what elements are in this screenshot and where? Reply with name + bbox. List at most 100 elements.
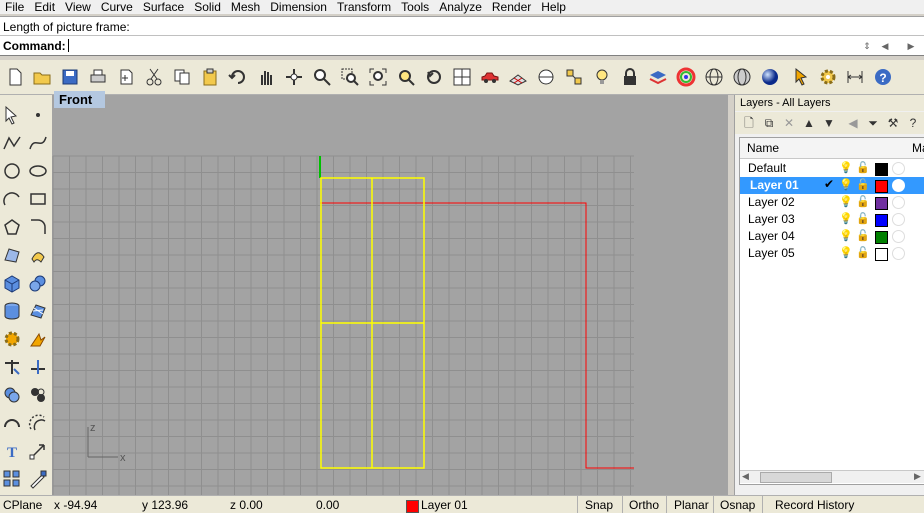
- menu-view[interactable]: View: [60, 0, 96, 14]
- filter-icon[interactable]: ⏷: [865, 115, 881, 131]
- layer-row[interactable]: Layer 02 💡 🔓: [740, 194, 924, 211]
- menu-curve[interactable]: Curve: [96, 0, 138, 14]
- edit-points-icon[interactable]: [26, 467, 50, 491]
- mesh-icon[interactable]: [26, 299, 50, 323]
- layer-row[interactable]: Layer 04 💡 🔓: [740, 228, 924, 245]
- transform-gear-icon[interactable]: [0, 327, 24, 351]
- render-sphere-icon[interactable]: [758, 65, 782, 89]
- layer-name[interactable]: Layer 03: [748, 212, 795, 226]
- zoom-dynamic-icon[interactable]: [310, 65, 334, 89]
- layer-name[interactable]: Layer 01: [750, 178, 799, 192]
- delete-layer-icon[interactable]: ✕: [781, 115, 797, 131]
- osnap-toggle[interactable]: Osnap: [720, 498, 755, 512]
- menu-help[interactable]: Help: [536, 0, 571, 14]
- new-icon[interactable]: [3, 65, 27, 89]
- layer-material-icon[interactable]: [892, 213, 905, 226]
- layer-tools-icon[interactable]: ⚒: [885, 115, 901, 131]
- zoom-extents-icon[interactable]: [366, 65, 390, 89]
- layer-name[interactable]: Layer 05: [748, 246, 795, 260]
- select-icon[interactable]: [790, 65, 814, 89]
- car-icon[interactable]: [478, 65, 502, 89]
- layer-color-swatch[interactable]: [875, 231, 888, 244]
- layer-color-swatch[interactable]: [875, 180, 888, 193]
- scroll-updown-icon[interactable]: ⇕: [860, 39, 874, 53]
- layer-name[interactable]: Layer 04: [748, 229, 795, 243]
- rotate-view-icon[interactable]: [282, 65, 306, 89]
- pan-icon[interactable]: [254, 65, 278, 89]
- move-up-icon[interactable]: ▲: [801, 115, 817, 131]
- lock-icon[interactable]: [618, 65, 642, 89]
- explode-icon[interactable]: [26, 327, 50, 351]
- boolean-difference-icon[interactable]: [26, 383, 50, 407]
- front-viewport[interactable]: z x: [52, 95, 728, 495]
- layer-row[interactable]: Layer 05 💡 🔓: [740, 245, 924, 262]
- menu-analyze[interactable]: Analyze: [434, 0, 487, 14]
- layer-help-icon[interactable]: ?: [905, 115, 921, 131]
- layer-unlocked-icon[interactable]: 🔓: [856, 178, 870, 191]
- layer-row[interactable]: Layer 01 ✔ 💡 🔓: [740, 177, 924, 194]
- surface-extrude-icon[interactable]: [26, 243, 50, 267]
- layer-color-swatch[interactable]: [875, 214, 888, 227]
- layer-color-swatch[interactable]: [875, 163, 888, 176]
- curve-icon[interactable]: [26, 131, 50, 155]
- ghosted-icon[interactable]: [730, 65, 754, 89]
- ellipse-icon[interactable]: [26, 159, 50, 183]
- snap-icon[interactable]: [562, 65, 586, 89]
- planar-toggle[interactable]: Planar: [674, 498, 709, 512]
- layers-scroll-thumb[interactable]: [760, 472, 832, 483]
- layer-material-icon[interactable]: [892, 230, 905, 243]
- layer-row[interactable]: Layer 03 💡 🔓: [740, 211, 924, 228]
- four-viewports-icon[interactable]: [450, 65, 474, 89]
- menu-file[interactable]: File: [0, 0, 29, 14]
- scroll-left-arrow-icon[interactable]: ◀: [742, 471, 749, 482]
- layer-material-icon[interactable]: [892, 179, 905, 192]
- undo-icon[interactable]: [226, 65, 250, 89]
- menu-dimension[interactable]: Dimension: [265, 0, 332, 14]
- scroll-right-icon[interactable]: ▶: [904, 39, 918, 53]
- scroll-right-arrow-icon[interactable]: ▶: [914, 471, 921, 482]
- zoom-window-icon[interactable]: [338, 65, 362, 89]
- circle-icon[interactable]: [0, 159, 24, 183]
- move-down-icon[interactable]: ▼: [821, 115, 837, 131]
- import-icon[interactable]: [114, 65, 138, 89]
- move-icon[interactable]: [26, 439, 50, 463]
- copy-icon[interactable]: [170, 65, 194, 89]
- layer-unlocked-icon[interactable]: 🔓: [856, 212, 870, 225]
- help-icon[interactable]: ?: [871, 65, 895, 89]
- menu-render[interactable]: Render: [487, 0, 536, 14]
- menu-transform[interactable]: Transform: [332, 0, 396, 14]
- rectangle-icon[interactable]: [26, 187, 50, 211]
- arc-icon[interactable]: [0, 187, 24, 211]
- layer-visible-bulb-icon[interactable]: 💡: [839, 161, 853, 174]
- grid-array-icon[interactable]: [0, 467, 24, 491]
- layer-color-swatch[interactable]: [875, 197, 888, 210]
- wireframe-icon[interactable]: [702, 65, 726, 89]
- column-name[interactable]: Name: [747, 141, 779, 155]
- layer-material-icon[interactable]: [892, 162, 905, 175]
- layer-visible-bulb-icon[interactable]: 💡: [839, 229, 853, 242]
- layer-visible-bulb-icon[interactable]: 💡: [839, 246, 853, 259]
- ortho-toggle[interactable]: Ortho: [629, 498, 659, 512]
- new-layer-icon[interactable]: 🗋: [741, 115, 757, 131]
- dimension-icon[interactable]: [843, 65, 867, 89]
- grid-options-icon[interactable]: [506, 65, 530, 89]
- layer-unlocked-icon[interactable]: 🔓: [856, 161, 870, 174]
- layer-visible-bulb-icon[interactable]: 💡: [839, 178, 853, 191]
- viewport-canvas[interactable]: z x: [52, 95, 728, 495]
- scroll-left-icon[interactable]: ◀: [878, 39, 892, 53]
- current-layer-name[interactable]: Layer 01: [421, 498, 468, 512]
- open-icon[interactable]: [30, 65, 54, 89]
- cylinder-icon[interactable]: [0, 299, 24, 323]
- menu-solid[interactable]: Solid: [189, 0, 226, 14]
- layer-name[interactable]: Default: [748, 161, 786, 175]
- split-icon[interactable]: [26, 355, 50, 379]
- cplane-icon[interactable]: [534, 65, 558, 89]
- point-icon[interactable]: [26, 103, 50, 127]
- layers-hscrollbar[interactable]: ◀ ▶: [740, 470, 924, 483]
- menu-mesh[interactable]: Mesh: [226, 0, 265, 14]
- paste-icon[interactable]: [198, 65, 222, 89]
- layer-visible-bulb-icon[interactable]: 💡: [839, 195, 853, 208]
- join-icon[interactable]: [0, 411, 24, 435]
- sphere-icon[interactable]: [26, 271, 50, 295]
- layer-color-swatch[interactable]: [875, 248, 888, 261]
